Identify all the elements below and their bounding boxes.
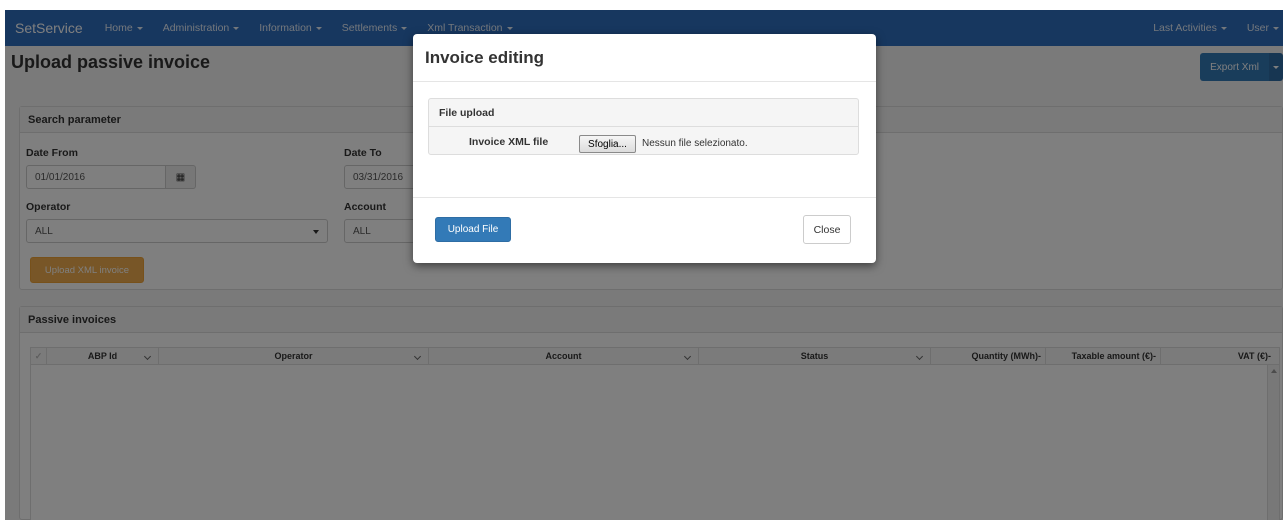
modal-title: Invoice editing [425, 47, 545, 67]
modal-body: File upload Invoice XML file Sfoglia... … [413, 82, 876, 198]
file-upload-heading: File upload [429, 99, 858, 127]
invoice-xml-file-label: Invoice XML file [469, 136, 549, 148]
selected-file-status: Nessun file selezionato. [642, 138, 748, 149]
browse-file-button[interactable]: Sfoglia... [579, 135, 636, 153]
upload-file-button[interactable]: Upload File [435, 217, 511, 242]
modal-footer: Upload File Close [413, 198, 876, 263]
page-top-margin [0, 0, 1283, 10]
invoice-editing-modal: Invoice editing File upload Invoice XML … [413, 34, 876, 263]
modal-header: Invoice editing [413, 34, 876, 82]
close-button[interactable]: Close [803, 215, 851, 244]
page-left-margin [0, 0, 5, 520]
file-upload-panel: File upload Invoice XML file Sfoglia... … [428, 98, 859, 155]
